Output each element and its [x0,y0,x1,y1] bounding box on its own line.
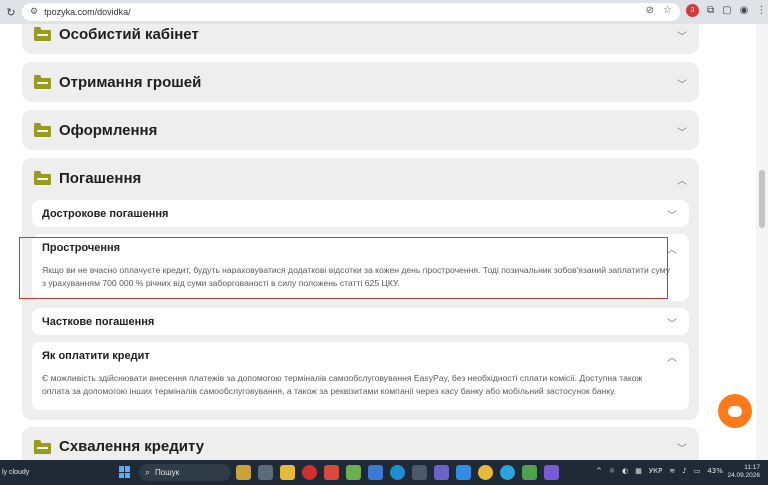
battery-level: 43% [707,467,723,475]
extensions-icon[interactable]: ⧉ [707,5,714,16]
search-icon: ⌕ [145,467,151,478]
accordion-section[interactable]: Оформлення ﹀ [22,110,699,150]
chevron-down-icon[interactable]: ﹀ [677,76,687,91]
section-title: Оформлення [59,122,158,139]
accordion-section[interactable]: Особистий кабінет ﹀ [22,24,699,54]
opera-icon[interactable] [302,465,317,480]
address-bar[interactable]: ⚙ tpozyka.com/dovidka/ ⊘ ☆ [22,3,680,21]
chevron-down-icon[interactable]: ﹀ [677,440,687,455]
highlight-box [19,237,668,299]
clock-date: 24.09.2026 [727,472,760,479]
chat-bubble-icon [728,405,742,417]
profile-icon[interactable]: ◉ [740,5,749,16]
app-icon[interactable] [522,465,537,480]
chat-button[interactable] [718,394,752,428]
reload-icon[interactable]: ↻ [4,5,18,19]
chevron-down-icon[interactable]: ﹀ [667,207,677,222]
viber-icon[interactable] [544,465,559,480]
tray-app-icon[interactable]: ☼ [609,467,615,475]
wifi-icon[interactable]: ≋ [669,467,675,475]
browser-toolbar: ↻ ⚙ tpozyka.com/dovidka/ ⊘ ☆ 3 ⧉ ▢ ◉ ⋮ [0,0,768,24]
tray-app-icon[interactable]: ▦ [635,467,642,475]
app-icon[interactable] [346,465,361,480]
app-icon[interactable] [236,465,251,480]
battery-icon[interactable]: ▭ [694,467,701,475]
folder-icon [34,75,51,89]
chevron-down-icon[interactable]: ﹀ [667,315,677,330]
app-icon[interactable] [368,465,383,480]
teams-icon[interactable] [434,465,449,480]
app-icon[interactable] [324,465,339,480]
faq-question: Часткове погашення [42,316,155,328]
clock-time: 11:17 [744,464,760,471]
faq-answer: Є можливість здійснювати внесення платеж… [42,373,643,396]
faq-question: Як оплатити кредит [42,350,150,362]
scrollbar[interactable] [756,24,768,460]
folder-app-icon[interactable] [280,465,295,480]
chevron-up-icon[interactable]: ︿ [667,349,677,364]
folder-icon [34,171,51,185]
section-title: Погашення [59,170,142,187]
faq-item[interactable]: Часткове погашення ﹀ [32,308,689,335]
windows-start-icon[interactable] [119,466,131,478]
split-view-icon[interactable]: ▢ [722,5,731,16]
folder-icon [34,123,51,137]
chevron-down-icon[interactable]: ﹀ [677,124,687,139]
taskbar: ly cloudy ⌕ Пошук ^ ☼ ◐ ▦ УКР ≋ ♪ ▭ 43% … [0,460,768,485]
menu-icon[interactable]: ⋮ [756,5,766,16]
search-label: Пошук [155,468,180,477]
site-settings-icon[interactable]: ⚙ [30,7,38,17]
accordion-section[interactable]: Отримання грошей ﹀ [22,62,699,102]
language-indicator[interactable]: УКР [649,467,662,475]
app-icon[interactable] [412,465,427,480]
section-title: Особистий кабінет [59,26,199,43]
taskbar-search[interactable]: ⌕ Пошук [139,464,231,481]
clock[interactable]: 11:17 24.09.2026 [726,464,760,480]
weather-widget[interactable]: ly cloudy [2,469,29,476]
faq-question: Дострокове погашення [42,208,169,220]
system-tray: ^ ☼ ◐ ▦ УКР ≋ ♪ ▭ 43% [596,467,723,475]
folder-icon [34,27,51,41]
section-title: Отримання грошей [59,74,202,91]
edge-icon[interactable] [390,465,405,480]
accordion-section[interactable]: Схвалення кредиту ﹀ [22,427,699,460]
app-icon[interactable] [258,465,273,480]
page-content: Особистий кабінет ﹀ Отримання грошей ﹀ О… [0,24,756,460]
section-header[interactable]: Погашення ︿ [22,158,699,198]
eye-off-icon[interactable]: ⊘ [646,5,654,16]
chevron-down-icon[interactable]: ﹀ [677,28,687,43]
chevron-up-icon[interactable]: ︿ [667,241,677,256]
telegram-icon[interactable] [500,465,515,480]
tray-app-icon[interactable]: ◐ [622,467,628,475]
folder-icon [34,440,51,454]
scrollbar-thumb[interactable] [759,170,765,228]
dropbox-icon[interactable] [456,465,471,480]
chevron-up-icon[interactable]: ︿ [677,172,687,187]
chrome-icon[interactable] [478,465,493,480]
bookmark-star-icon[interactable]: ☆ [663,5,672,16]
extension-badge[interactable]: 3 [686,4,699,17]
faq-item[interactable]: Дострокове погашення ﹀ [32,200,689,227]
faq-item-expanded[interactable]: Як оплатити кредит ︿ Є можливість здійсн… [32,342,689,410]
url-text: tpozyka.com/dovidka/ [44,7,131,17]
volume-icon[interactable]: ♪ [682,467,686,475]
chevron-up-icon[interactable]: ^ [596,467,602,475]
section-title: Схвалення кредиту [59,438,205,455]
